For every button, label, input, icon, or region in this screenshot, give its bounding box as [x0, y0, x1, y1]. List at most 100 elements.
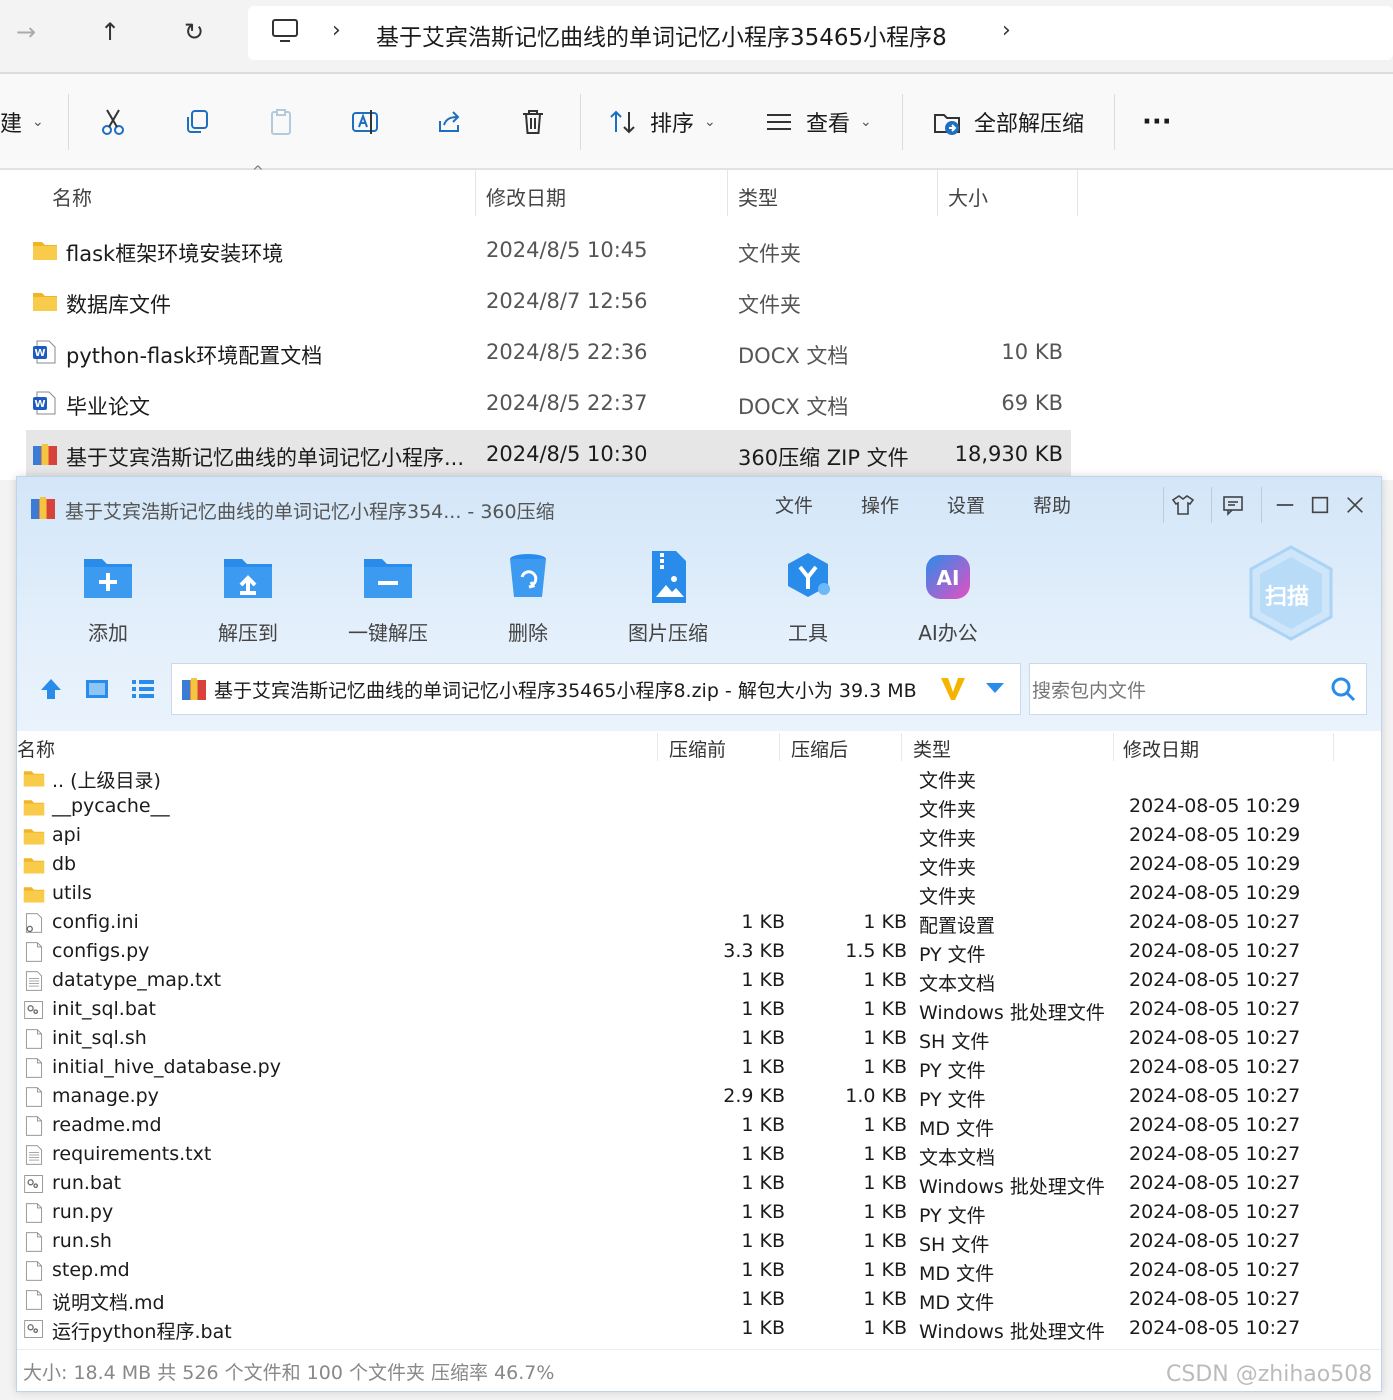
divider [1077, 170, 1078, 216]
file-list-header: 名称 ^ 修改日期 类型 大小 [0, 164, 1393, 220]
cut-button[interactable] [98, 104, 128, 140]
rename-button[interactable] [350, 104, 380, 140]
skin-shirt-icon[interactable] [1167, 489, 1199, 521]
column-before[interactable]: 压缩前 [669, 735, 726, 762]
file-row[interactable]: 基于艾宾浩斯记忆曲线的单词记忆小程序... 2024/8/5 10:30 360压缩… [26, 430, 1071, 480]
sort-button[interactable]: 排序 ⌄ [608, 104, 716, 140]
column-size[interactable]: 大小 [948, 182, 988, 211]
address-box[interactable]: › 基于艾宾浩斯记忆曲线的单词记忆小程序35465小程序8 › [248, 6, 1393, 60]
column-type[interactable]: 类型 [913, 735, 951, 762]
divider [1114, 94, 1115, 150]
table-row[interactable]: requirements.txt 1 KB 1 KB 文本文档 2024-08-05 1… [17, 1141, 1381, 1170]
entry-name: init_sql.bat [52, 998, 156, 1020]
column-date[interactable]: 修改日期 [1123, 735, 1199, 762]
ai-office-button[interactable]: AI AI办公 [893, 547, 1003, 646]
column-type[interactable]: 类型 [738, 182, 778, 211]
delete-button[interactable] [518, 104, 548, 140]
maximize-icon[interactable] [1304, 489, 1336, 521]
divider [68, 94, 69, 150]
chevron-down-icon: ⌄ [704, 114, 716, 130]
chevron-right-icon[interactable]: › [1002, 18, 1011, 43]
chevron-right-icon[interactable]: › [332, 18, 341, 43]
batch-file-icon [24, 1175, 43, 1193]
table-row[interactable]: manage.py 2.9 KB 1.0 KB PY 文件 2024-08-05 10:… [17, 1083, 1381, 1112]
archive-list-header: 名称 压缩前 压缩后 类型 修改日期 [17, 733, 1381, 763]
table-row[interactable]: .. (上级目录) 文件夹 [17, 764, 1381, 793]
size-after: 1 KB [863, 1143, 907, 1165]
extract-to-button[interactable]: 解压到 [193, 547, 303, 646]
menu-operation[interactable]: 操作 [861, 491, 899, 518]
extract-all-button[interactable]: 全部解压缩 [932, 104, 1084, 140]
table-row[interactable]: __pycache__ 文件夹 2024-08-05 10:29 [17, 793, 1381, 822]
more-options-button[interactable]: ··· [1142, 104, 1172, 140]
paste-button[interactable] [266, 104, 296, 140]
one-click-extract-button[interactable]: 一键解压 [333, 547, 443, 646]
new-button[interactable]: 建 ⌄ [0, 104, 44, 140]
table-row[interactable]: 说明文档.md 1 KB 1 KB MD 文件 2024-08-05 10:27 [17, 1286, 1381, 1315]
share-button[interactable] [434, 104, 464, 140]
table-row[interactable]: db 文件夹 2024-08-05 10:29 [17, 851, 1381, 880]
table-row[interactable]: 运行python程序.bat 1 KB 1 KB Windows 批处理文件 2024-… [17, 1315, 1381, 1344]
file-row[interactable]: W 毕业论文 2024/8/5 22:37 DOCX 文档 69 KB [26, 379, 1071, 429]
column-after[interactable]: 压缩后 [791, 735, 848, 762]
table-row[interactable]: init_sql.bat 1 KB 1 KB Windows 批处理文件 2024-08… [17, 996, 1381, 1025]
breadcrumb-path[interactable]: 基于艾宾浩斯记忆曲线的单词记忆小程序35465小程序8 [376, 18, 947, 52]
file-row[interactable]: flask框架环境安装环境 2024/8/5 10:45 文件夹 [26, 226, 1071, 276]
tools-hexagon-icon [788, 553, 830, 597]
search-icon[interactable] [1328, 674, 1358, 704]
menu-settings[interactable]: 设置 [947, 491, 985, 518]
view-button[interactable]: 查看 ⌄ [764, 104, 872, 140]
zip-window: 基于艾宾浩斯记忆曲线的单词记忆小程序354... - 360压缩 文件 操作 设… [16, 476, 1382, 1392]
up-arrow-icon[interactable]: ↑ [90, 12, 130, 52]
up-level-icon[interactable] [37, 675, 65, 703]
table-row[interactable]: config.ini 1 KB 1 KB 配置设置 2024-08-05 10:27 [17, 909, 1381, 938]
table-row[interactable]: step.md 1 KB 1 KB MD 文件 2024-08-05 10:27 [17, 1257, 1381, 1286]
archive-path-box[interactable]: 基于艾宾浩斯记忆曲线的单词记忆小程序35465小程序8.zip - 解包大小为 … [171, 663, 1021, 715]
column-name[interactable]: 名称 [52, 182, 92, 211]
blank-file-icon [25, 1232, 43, 1252]
add-button[interactable]: 添加 [53, 547, 163, 646]
forward-arrow-icon[interactable]: → [6, 12, 46, 52]
table-row[interactable]: configs.py 3.3 KB 1.5 KB PY 文件 2024-08-05 10… [17, 938, 1381, 967]
blank-file-icon [25, 1058, 43, 1078]
list-view-icon[interactable] [129, 675, 157, 703]
file-row[interactable]: Wpython-flask环境配置文档 2024/8/5 22:36 DOCX 文档… [26, 328, 1071, 378]
table-row[interactable]: run.bat 1 KB 1 KB Windows 批处理文件 2024-08-05 1… [17, 1170, 1381, 1199]
divider [1333, 733, 1334, 761]
entry-type: PY 文件 [919, 944, 986, 966]
verified-v-icon[interactable] [938, 674, 968, 704]
chevron-down-icon[interactable] [984, 680, 1006, 696]
blank-file-icon [25, 942, 43, 962]
refresh-icon[interactable]: ↻ [174, 12, 214, 52]
image-compress-button[interactable]: 图片压缩 [613, 547, 723, 646]
file-row[interactable]: 数据库文件 2024/8/7 12:56 文件夹 [26, 277, 1071, 327]
thumbnail-view-icon[interactable] [83, 675, 111, 703]
delete-button[interactable]: 删除 [473, 547, 583, 646]
column-modified[interactable]: 修改日期 [486, 182, 566, 211]
entry-date: 2024-08-05 10:27 [1129, 1056, 1301, 1078]
entry-type: 文本文档 [919, 973, 996, 995]
tools-button[interactable]: 工具 [753, 547, 863, 646]
table-row[interactable]: initial_hive_database.py 1 KB 1 KB PY 文件 202… [17, 1054, 1381, 1083]
table-row[interactable]: datatype_map.txt 1 KB 1 KB 文本文档 2024-08-05 1… [17, 967, 1381, 996]
menu-file[interactable]: 文件 [775, 491, 813, 518]
table-row[interactable]: readme.md 1 KB 1 KB MD 文件 2024-08-05 10:27 [17, 1112, 1381, 1141]
file-size: 18,930 KB [954, 442, 1063, 466]
minimize-icon[interactable] [1269, 489, 1301, 521]
copy-button[interactable] [182, 104, 212, 140]
size-after: 1.0 KB [845, 1085, 907, 1107]
close-icon[interactable] [1339, 489, 1371, 521]
menu-help[interactable]: 帮助 [1033, 491, 1071, 518]
table-row[interactable]: api 文件夹 2024-08-05 10:29 [17, 822, 1381, 851]
blank-file-icon [25, 1116, 43, 1136]
feedback-icon[interactable] [1217, 489, 1249, 521]
extract-to-label: 解压到 [218, 621, 278, 645]
scan-button[interactable]: 扫描 [1245, 543, 1337, 643]
table-row[interactable]: init_sql.sh 1 KB 1 KB SH 文件 2024-08-05 10:27 [17, 1025, 1381, 1054]
table-row[interactable]: run.sh 1 KB 1 KB SH 文件 2024-08-05 10:27 [17, 1228, 1381, 1257]
size-after: 1 KB [863, 1172, 907, 1194]
search-input[interactable]: 搜索包内文件 [1029, 663, 1367, 715]
column-name[interactable]: 名称 [17, 735, 55, 762]
table-row[interactable]: utils 文件夹 2024-08-05 10:29 [17, 880, 1381, 909]
table-row[interactable]: run.py 1 KB 1 KB PY 文件 2024-08-05 10:27 [17, 1199, 1381, 1228]
